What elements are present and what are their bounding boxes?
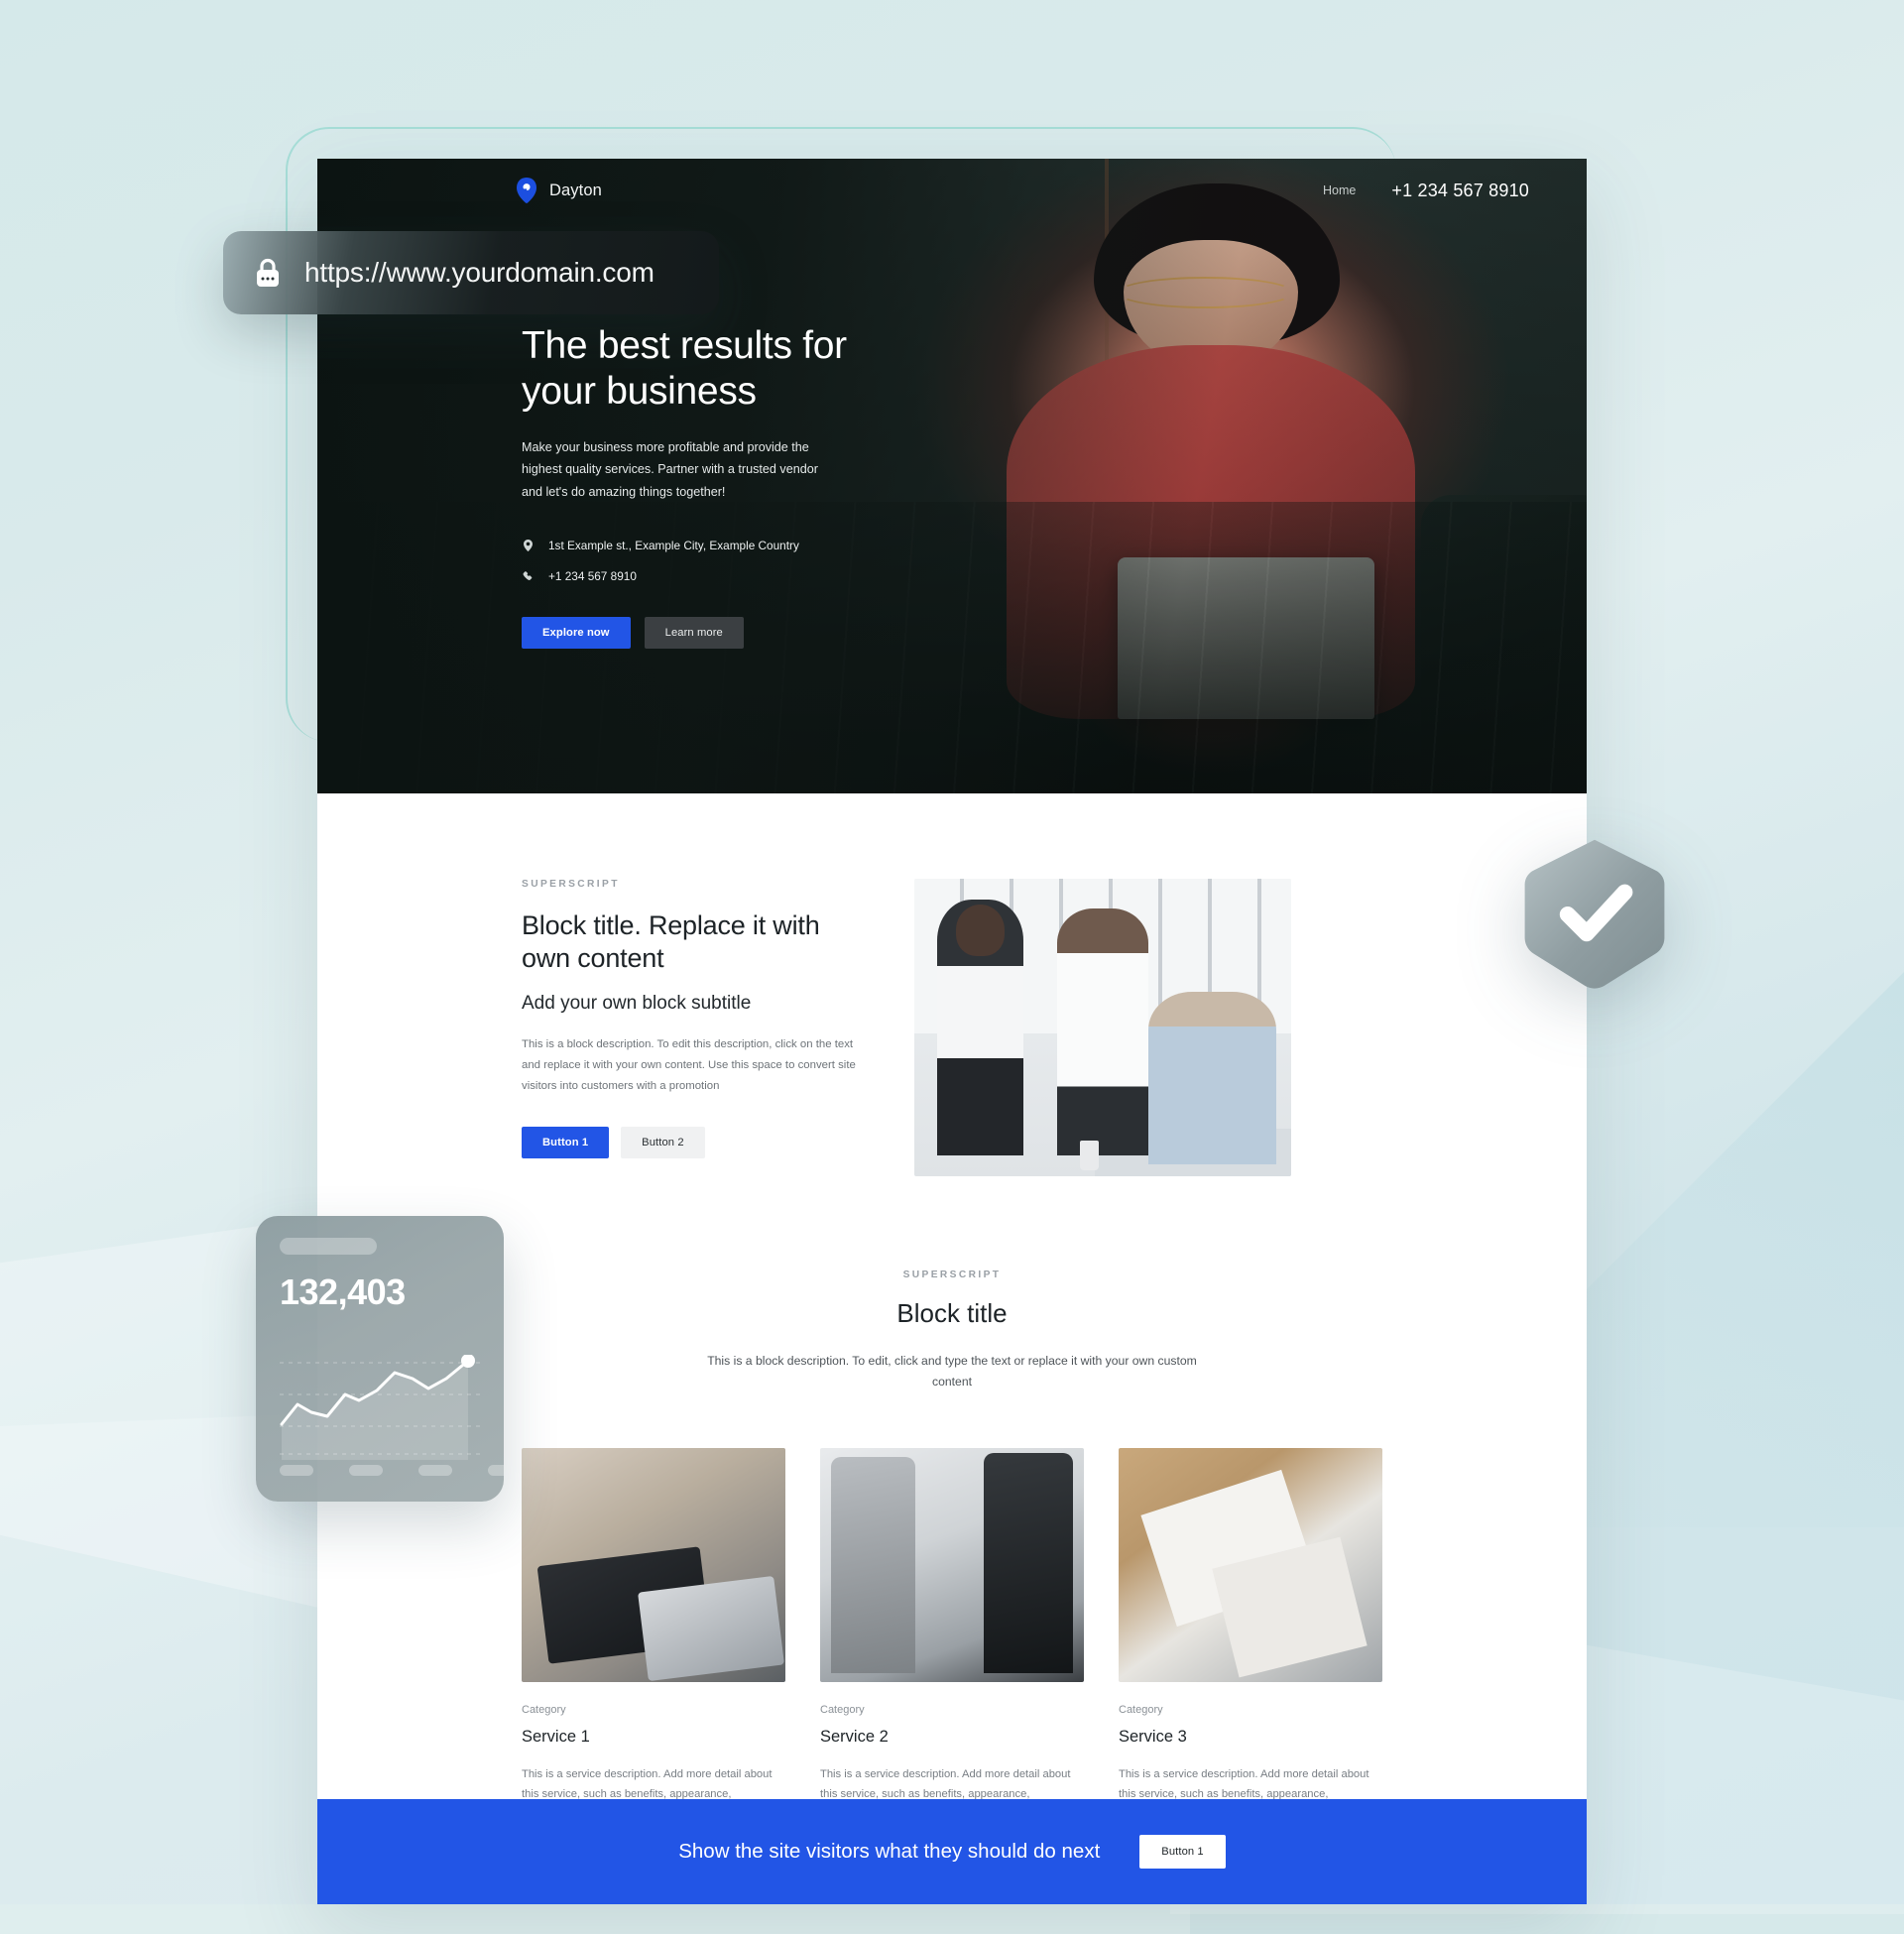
block-one-button-1[interactable]: Button 1 (522, 1127, 610, 1159)
block-one-subtitle: Add your own block subtitle (522, 992, 752, 1014)
block-one-title: Block title. Replace it with own content (522, 910, 820, 973)
stat-footer-pill (349, 1465, 383, 1476)
cta-bar: Show the site visitors what they should … (317, 1799, 1587, 1904)
navbar-phone[interactable]: +1 234 567 8910 (1391, 181, 1529, 201)
service-3-title: Service 3 (1119, 1727, 1187, 1746)
content-block-two: SUPERSCRIPT Block title This is a block … (317, 1176, 1587, 1825)
map-pin-icon (522, 540, 535, 552)
hero-address-text: 1st Example st., Example City, Example C… (548, 539, 799, 553)
service-1-category: Category (522, 1703, 566, 1716)
stat-footer-pill (280, 1465, 313, 1476)
service-1-image (522, 1447, 785, 1682)
navbar-right: Home +1 234 567 8910 (1323, 181, 1529, 201)
site-navbar: Dayton Home +1 234 567 8910 (317, 159, 1587, 222)
block-one-image (914, 879, 1291, 1176)
stats-floating-card: 132,403 (256, 1216, 504, 1502)
nav-item-home[interactable]: Home (1323, 183, 1356, 197)
brand-name: Dayton (549, 181, 602, 199)
explore-now-button[interactable]: Explore now (522, 617, 631, 650)
hero-subtitle: Make your business more profitable and p… (522, 440, 818, 499)
stat-card-footer-placeholders (280, 1465, 504, 1476)
line-chart-icon (280, 1355, 484, 1460)
block-one-button-2[interactable]: Button 2 (621, 1127, 705, 1159)
service-card[interactable]: Category Service 3 This is a service des… (1119, 1447, 1382, 1825)
service-card-list: Category Service 1 This is a service des… (522, 1447, 1382, 1825)
lock-icon (257, 258, 279, 287)
person-seated-right (1147, 992, 1276, 1164)
hero-button-group: Explore now Learn more (522, 617, 948, 650)
shield-check-icon (1524, 839, 1665, 989)
brand-logo[interactable]: Dayton (516, 178, 602, 203)
learn-more-button[interactable]: Learn more (644, 617, 744, 650)
hero-title-line-2: your business (522, 370, 757, 414)
block-one-superscript: SUPERSCRIPT (522, 879, 620, 890)
content-block-one: SUPERSCRIPT Block title. Replace it with… (317, 793, 1587, 1176)
service-3-category: Category (1119, 1703, 1163, 1716)
phone-icon (522, 570, 535, 582)
cta-text: Show the site visitors what they should … (678, 1840, 1101, 1863)
service-2-image (820, 1447, 1084, 1682)
hero-content: The best results for your business Make … (522, 323, 948, 650)
hero-contact-list: 1st Example st., Example City, Example C… (522, 539, 948, 583)
hero-title-line-1: The best results for (522, 324, 847, 367)
hero-phone-row: +1 234 567 8910 (522, 569, 948, 583)
stat-card-title-placeholder (280, 1238, 377, 1255)
person-standing-center (1057, 908, 1148, 1155)
stat-footer-pill (488, 1465, 504, 1476)
url-text: https://www.yourdomain.com (304, 257, 654, 288)
website-preview: Dayton Home +1 234 567 8910 The best res… (317, 159, 1587, 1904)
hero-phone-text: +1 234 567 8910 (548, 569, 637, 584)
service-2-title: Service 2 (820, 1727, 889, 1746)
block-two-description: This is a block description. To edit, cl… (707, 1354, 1197, 1389)
coffee-cup (1080, 1141, 1100, 1170)
hero-title: The best results for your business (522, 323, 948, 415)
browser-url-pill[interactable]: https://www.yourdomain.com (223, 231, 719, 314)
content-block-one-text: SUPERSCRIPT Block title. Replace it with… (522, 879, 863, 1159)
service-1-title: Service 1 (522, 1727, 590, 1746)
block-one-button-group: Button 1 Button 2 (522, 1127, 863, 1159)
hero-address-row: 1st Example st., Example City, Example C… (522, 539, 948, 552)
block-one-description: This is a block description. To edit thi… (522, 1037, 856, 1093)
stat-footer-pill (418, 1465, 452, 1476)
block-two-header: SUPERSCRIPT Block title This is a block … (522, 1269, 1382, 1392)
stat-card-value: 132,403 (280, 1271, 406, 1312)
service-3-image (1119, 1447, 1382, 1682)
block-two-title: Block title (896, 1298, 1008, 1328)
block-two-superscript: SUPERSCRIPT (902, 1269, 1002, 1280)
service-card[interactable]: Category Service 1 This is a service des… (522, 1447, 785, 1825)
location-pin-logo-icon (517, 178, 536, 203)
service-card[interactable]: Category Service 2 This is a service des… (820, 1447, 1084, 1825)
person-standing-left (936, 900, 1024, 1155)
service-2-category: Category (820, 1703, 865, 1716)
cta-button[interactable]: Button 1 (1139, 1835, 1226, 1869)
